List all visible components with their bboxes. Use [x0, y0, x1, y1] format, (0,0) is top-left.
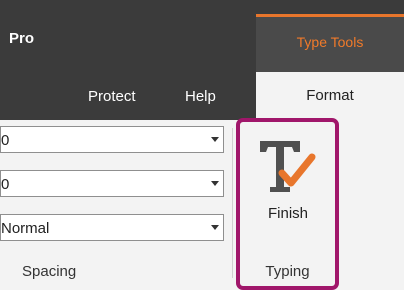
app-title: Pro [9, 30, 35, 47]
spacing-dropdown-3[interactable]: Normal [0, 214, 224, 241]
chevron-down-icon[interactable] [211, 225, 219, 230]
spacing-dropdown-1[interactable]: 0 [0, 126, 224, 153]
group-divider [232, 128, 233, 278]
tab-protect[interactable]: Protect [88, 88, 136, 105]
highlight-frame [236, 118, 339, 290]
tab-format-label: Format [306, 87, 354, 104]
spacing-dropdown-2-value: 0 [1, 176, 10, 193]
tab-type-tools[interactable]: Type Tools [256, 14, 404, 72]
tab-format[interactable]: Format [256, 72, 404, 120]
group-label-spacing: Spacing [22, 263, 77, 280]
ribbon-tab-bar: Protect Help [0, 72, 256, 120]
tab-type-tools-label: Type Tools [296, 34, 364, 50]
chevron-down-icon[interactable] [211, 181, 219, 186]
spacing-dropdown-1-value: 0 [1, 132, 10, 149]
spacing-dropdown-3-value: Normal [1, 220, 50, 237]
chevron-down-icon[interactable] [211, 137, 219, 142]
tab-help[interactable]: Help [185, 88, 216, 105]
spacing-dropdown-2[interactable]: 0 [0, 170, 224, 197]
